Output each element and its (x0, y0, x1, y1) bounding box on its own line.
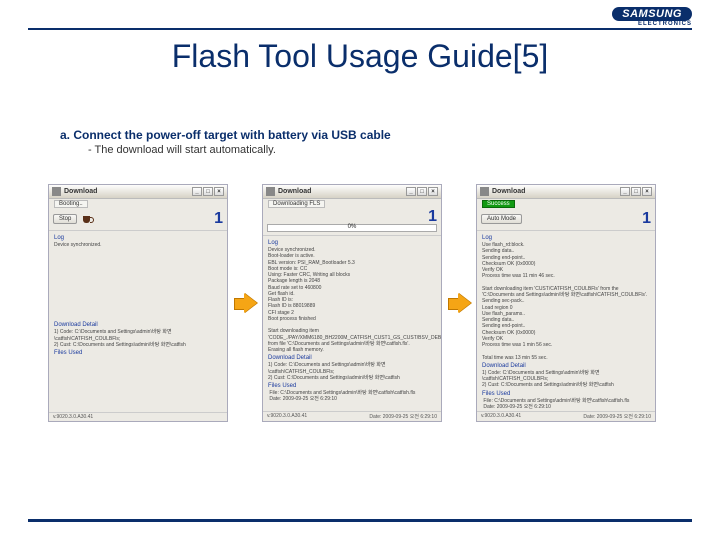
channel-number: 1 (642, 210, 651, 228)
statusbar: v.9020.3.0.A30.41 Date: 2009-09-25 오전 6:… (263, 411, 441, 421)
maximize-button[interactable]: □ (203, 187, 213, 196)
window-controls: _ □ × (406, 187, 438, 196)
close-button[interactable]: × (428, 187, 438, 196)
maximize-button[interactable]: □ (631, 187, 641, 196)
version-text: v.9020.3.0.A30.41 (53, 414, 93, 420)
log-label: Log (268, 240, 436, 246)
download-detail-label: Download Detail (54, 322, 222, 328)
screenshot-downloading: Download _ □ × Downloading FLS 1 0% Log … (262, 184, 442, 422)
download-detail-text: 1) Code: C:\Documents and Settings\admin… (268, 362, 436, 381)
mode-button[interactable]: Auto Mode (481, 214, 522, 224)
arrow-icon (446, 290, 472, 316)
log-pane: Log Device synchronized. Download Detail… (49, 230, 227, 412)
screenshot-booting: Download _ □ × Booting.. Stop 1 Log Devi… (48, 184, 228, 422)
status-header: Downloading FLS (263, 199, 441, 208)
log-label: Log (482, 235, 650, 241)
step-sub: - The download will start automatically. (88, 144, 680, 156)
arrow-icon (232, 290, 258, 316)
app-icon (266, 187, 275, 196)
files-used-label: Files Used (482, 391, 650, 397)
coffee-icon (82, 213, 94, 225)
minimize-button[interactable]: _ (192, 187, 202, 196)
log-text: Device synchronized. Boot-loader is acti… (268, 247, 436, 353)
status-header: Booting.. (49, 199, 227, 208)
titlebar: Download _ □ × (477, 185, 655, 199)
progress-bar: 0% (267, 224, 437, 232)
minimize-button[interactable]: _ (406, 187, 416, 196)
logo-text: SAMSUNG (612, 7, 692, 21)
step-heading: a. Connect the power-off target with bat… (60, 128, 680, 142)
date-text: Date: 2009-09-25 오전 6:29:10 (369, 413, 437, 420)
status-text: Success (482, 200, 515, 208)
window-controls: _ □ × (192, 187, 224, 196)
window-title: Download (278, 188, 311, 195)
titlebar: Download _ □ × (263, 185, 441, 199)
status-header: Success (477, 199, 655, 208)
log-text: Device synchronized. (54, 242, 222, 248)
download-detail-text: 1) Code: C:\Documents and Settings\admin… (482, 370, 650, 389)
date-text: Date: 2009-09-25 오전 6:29:10 (583, 413, 651, 420)
download-detail-label: Download Detail (268, 355, 436, 361)
log-text: Use flash_rd:block. Sending data.. Sendi… (482, 242, 650, 361)
stop-button[interactable]: Stop (53, 214, 77, 224)
app-icon (480, 187, 489, 196)
log-pane: Log Device synchronized. Boot-loader is … (263, 235, 441, 411)
window-title: Download (64, 188, 97, 195)
version-text: v.9020.3.0.A30.41 (481, 413, 521, 420)
channel-number: 1 (214, 210, 223, 228)
screenshots-row: Download _ □ × Booting.. Stop 1 Log Devi… (48, 184, 692, 422)
control-row: Stop 1 (49, 208, 227, 230)
window-controls: _ □ × (620, 187, 652, 196)
maximize-button[interactable]: □ (417, 187, 427, 196)
files-used-text: File: C:\Documents and Settings\admin\바탕… (268, 390, 436, 403)
status-text: Downloading FLS (268, 200, 325, 208)
step-section: a. Connect the power-off target with bat… (60, 128, 680, 156)
page-title: Flash Tool Usage Guide[5] (0, 38, 720, 75)
screenshot-success: Download _ □ × Success Auto Mode 1 Log U… (476, 184, 656, 422)
files-used-label: Files Used (54, 350, 222, 356)
control-row: 1 (263, 208, 441, 224)
close-button[interactable]: × (214, 187, 224, 196)
top-rule (28, 28, 692, 30)
log-label: Log (54, 235, 222, 241)
close-button[interactable]: × (642, 187, 652, 196)
control-row: Auto Mode 1 (477, 208, 655, 230)
log-pane: Log Use flash_rd:block. Sending data.. S… (477, 230, 655, 411)
bottom-rule (28, 519, 692, 522)
app-icon (52, 187, 61, 196)
statusbar: v.9020.3.0.A30.41 Date: 2009-09-25 오전 6:… (477, 411, 655, 421)
download-detail-label: Download Detail (482, 363, 650, 369)
statusbar: v.9020.3.0.A30.41 (49, 412, 227, 421)
minimize-button[interactable]: _ (620, 187, 630, 196)
version-text: v.9020.3.0.A30.41 (267, 413, 307, 420)
files-used-text: File: C:\Documents and Settings\admin\바탕… (482, 398, 650, 411)
files-used-label: Files Used (268, 383, 436, 389)
logo-subtext: ELECTRONICS (612, 21, 692, 27)
brand-logo: SAMSUNG ELECTRONICS (612, 4, 692, 27)
window-title: Download (492, 188, 525, 195)
progress-label: 0% (348, 224, 357, 230)
status-text: Booting.. (54, 200, 88, 208)
titlebar: Download _ □ × (49, 185, 227, 199)
download-detail-text: 1) Code: C:\Documents and Settings\admin… (54, 329, 222, 348)
